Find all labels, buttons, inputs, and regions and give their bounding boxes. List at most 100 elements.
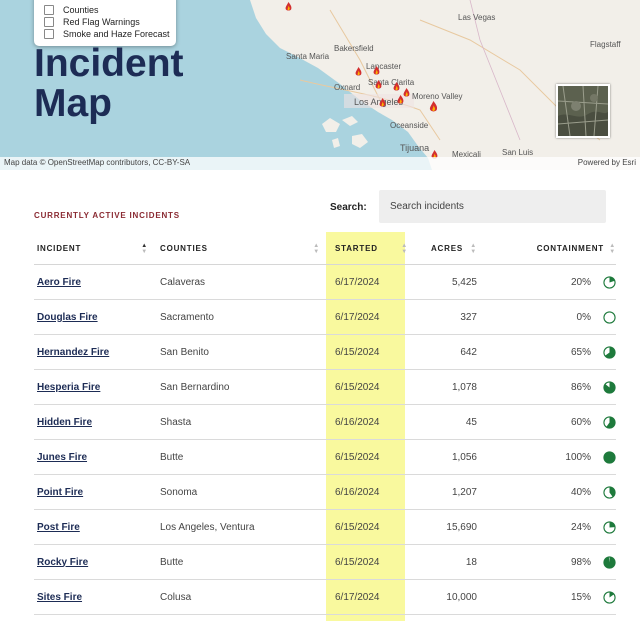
fire-marker-icon[interactable] <box>392 82 401 91</box>
page-title-line2: Map <box>34 82 112 125</box>
containment-pie-icon <box>603 485 616 499</box>
cell-started: 6/17/2024 <box>328 264 414 300</box>
table-header-row: INCIDENT ▲ ▼ COUNTIES ▲ ▼ STARTED ▲ ▼ ACRES ▲ ▼ … <box>34 232 616 265</box>
cell-incident: Junes Fire <box>34 439 160 475</box>
incident-link[interactable]: Hernandez Fire <box>37 347 109 358</box>
cell-counties: Sonoma <box>160 474 328 510</box>
cell-containment: 98% <box>477 544 616 580</box>
cell-containment: 40% <box>477 474 616 510</box>
incident-link[interactable]: Rocky Fire <box>37 557 88 568</box>
cell-started: 6/15/2024 <box>328 439 414 475</box>
fire-marker-icon[interactable] <box>284 2 293 11</box>
incident-link[interactable]: Post Fire <box>37 522 80 533</box>
map-attribution: Map data © OpenStreetMap contributors, C… <box>0 157 640 170</box>
page-title-line1: Incident <box>34 42 184 85</box>
incident-link[interactable]: Hesperia Fire <box>37 382 100 393</box>
sort-arrows-icon: ▲ ▼ <box>141 243 148 255</box>
sort-arrows-icon: ▲ ▼ <box>470 243 477 255</box>
search-input[interactable] <box>379 190 606 223</box>
cell-counties: Butte <box>160 544 328 580</box>
header-label: INCIDENT <box>37 243 82 253</box>
incident-link[interactable]: Sites Fire <box>37 592 82 603</box>
containment-value: 98% <box>570 556 591 568</box>
containment-pie-icon <box>603 590 616 604</box>
column-header-containment[interactable]: CONTAINMENT ▲ ▼ <box>477 232 616 265</box>
fire-marker-icon[interactable] <box>396 95 405 104</box>
layer-label: Red Flag Warnings <box>63 17 140 27</box>
sort-arrows-icon: ▲ ▼ <box>609 243 616 255</box>
containment-value: 60% <box>570 416 591 428</box>
cell-incident: Hernandez Fire <box>34 334 160 370</box>
table-row: Junes Fire Butte 6/15/2024 1,056 100% <box>34 439 616 475</box>
cell-containment: 15% <box>477 579 616 615</box>
cell-acres: 1,056 <box>414 439 477 475</box>
layer-toggle-counties[interactable]: Counties <box>44 5 99 15</box>
table-row: Post Fire Los Angeles, Ventura 6/15/2024 15… <box>34 509 616 545</box>
place-las-vegas: Las Vegas <box>458 13 496 22</box>
attribution-osm[interactable]: Map data © OpenStreetMap contributors, C… <box>4 158 190 167</box>
containment-pie-icon <box>603 450 616 464</box>
table-row: Hesperia Fire San Bernardino 6/15/2024 1,07… <box>34 369 616 405</box>
incident-link[interactable]: Hidden Fire <box>37 417 92 428</box>
column-header-incident[interactable]: INCIDENT ▲ ▼ <box>34 232 160 265</box>
incident-link[interactable]: Junes Fire <box>37 452 87 463</box>
incident-link[interactable]: Point Fire <box>37 487 83 498</box>
cell-started: 6/17/2024 <box>328 299 414 335</box>
table-row: Rocky Fire Butte 6/15/2024 18 98% <box>34 544 616 580</box>
cell-containment: 86% <box>477 369 616 405</box>
containment-pie-icon <box>603 310 616 324</box>
attribution-esri[interactable]: Powered by Esri <box>578 158 636 167</box>
incidents-table: INCIDENT ▲ ▼ COUNTIES ▲ ▼ STARTED ▲ ▼ ACRES ▲ ▼ … <box>34 232 616 615</box>
cell-acres: 1,078 <box>414 369 477 405</box>
cell-containment: 65% <box>477 334 616 370</box>
column-header-acres[interactable]: ACRES ▲ ▼ <box>414 232 477 265</box>
containment-pie-icon <box>603 415 616 429</box>
checkbox[interactable] <box>44 5 54 15</box>
fire-marker-icon[interactable] <box>372 66 381 75</box>
containment-value: 24% <box>570 521 591 533</box>
incident-map[interactable]: Las Vegas Bakersfield Flagstaff Santa Ma… <box>0 0 640 170</box>
cell-counties: Butte <box>160 439 328 475</box>
table-row: Aero Fire Calaveras 6/17/2024 5,425 20% <box>34 264 616 300</box>
incident-link[interactable]: Aero Fire <box>37 277 81 288</box>
checkbox[interactable] <box>44 17 54 27</box>
sort-arrows-icon: ▲ ▼ <box>313 243 320 255</box>
layer-toggle-smoke-haze[interactable]: Smoke and Haze Forecast <box>44 29 170 39</box>
cell-acres: 5,425 <box>414 264 477 300</box>
search-label: Search: <box>330 202 367 213</box>
fire-marker-icon[interactable] <box>354 67 363 76</box>
cell-started: 6/15/2024 <box>328 509 414 545</box>
cell-containment: 20% <box>477 264 616 300</box>
cell-started: 6/17/2024 <box>328 579 414 615</box>
header-label: COUNTIES <box>160 243 208 253</box>
place-moreno-valley: Moreno Valley <box>412 92 463 101</box>
cell-counties: Los Angeles, Ventura <box>160 509 328 545</box>
column-header-started[interactable]: STARTED ▲ ▼ <box>328 232 414 265</box>
layer-label: Counties <box>63 5 99 15</box>
containment-value: 15% <box>570 591 591 603</box>
table-row: Hidden Fire Shasta 6/16/2024 45 60% <box>34 404 616 440</box>
fire-marker-icon[interactable] <box>378 98 387 107</box>
containment-value: 20% <box>570 276 591 288</box>
cell-acres: 10,000 <box>414 579 477 615</box>
header-label: CONTAINMENT <box>536 243 604 253</box>
fire-marker-icon[interactable] <box>428 101 439 112</box>
containment-value: 40% <box>570 486 591 498</box>
column-header-counties[interactable]: COUNTIES ▲ ▼ <box>160 232 328 265</box>
table-row: Hernandez Fire San Benito 6/15/2024 642 65% <box>34 334 616 370</box>
containment-pie-icon <box>603 520 616 534</box>
place-tijuana: Tijuana <box>400 143 430 153</box>
place-bakersfield: Bakersfield <box>334 44 374 53</box>
cell-incident: Sites Fire <box>34 579 160 615</box>
fire-marker-icon[interactable] <box>374 80 383 89</box>
section-title: CURRENTLY ACTIVE INCIDENTS <box>34 211 180 220</box>
place-oceanside: Oceanside <box>390 121 429 130</box>
basemap-toggle-satellite[interactable] <box>556 84 610 138</box>
header-label: STARTED <box>335 243 378 253</box>
layer-toggle-red-flag-warnings[interactable]: Red Flag Warnings <box>44 17 140 27</box>
map-layer-control: Counties Red Flag Warnings Smoke and Haz… <box>34 0 176 46</box>
place-san-luis: San Luis <box>502 148 534 157</box>
incident-link[interactable]: Douglas Fire <box>37 312 98 323</box>
checkbox[interactable] <box>44 29 54 39</box>
cell-containment: 0% <box>477 299 616 335</box>
